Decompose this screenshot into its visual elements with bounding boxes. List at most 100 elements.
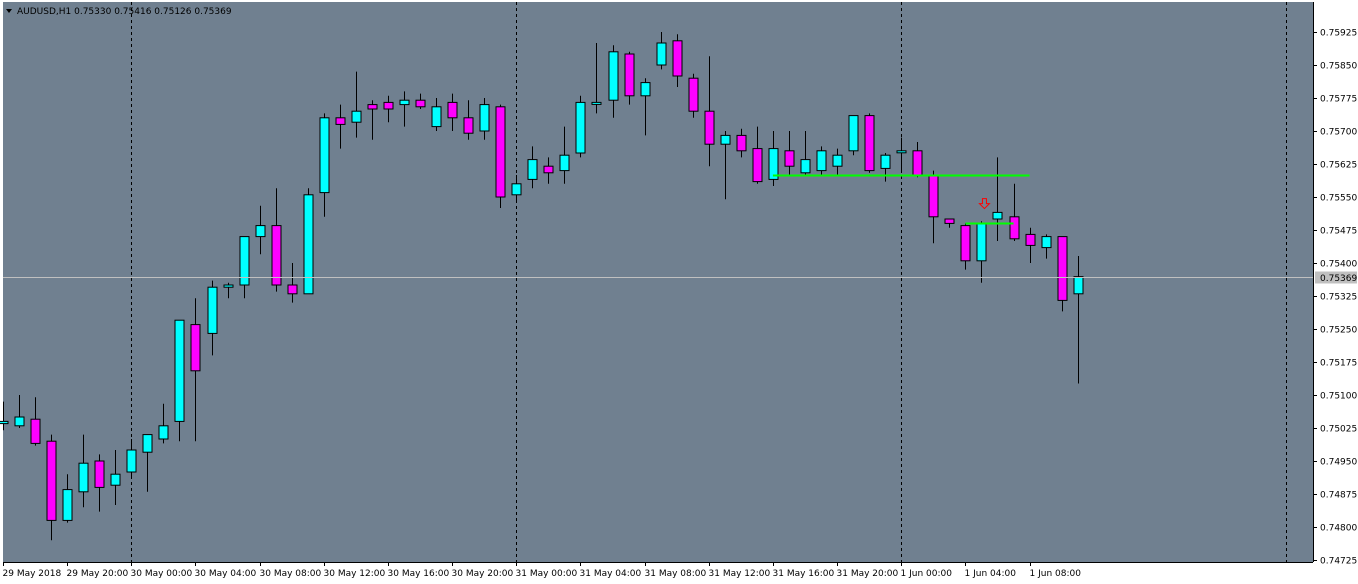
time-tick-label: 31 May 04:00 (580, 569, 642, 579)
price-tick-label: 0.75850 (1320, 62, 1357, 72)
bull-candle-body (207, 286, 218, 334)
bear-candle-body (335, 117, 346, 125)
bear-candle-body (672, 40, 683, 77)
bull-candle-body (656, 42, 667, 66)
bear-candle-body (752, 148, 763, 183)
candle[interactable] (575, 95, 586, 158)
bear-candle-body (928, 174, 939, 218)
bear-candle-body (271, 225, 282, 286)
bear-candle-body (46, 440, 57, 521)
bull-candle-body (640, 82, 651, 97)
price-tick-label: 0.75325 (1320, 293, 1357, 303)
time-tick-label: 30 May 20:00 (452, 569, 514, 579)
price-tick-label: 0.74875 (1320, 491, 1357, 501)
current-price-label: 0.75369 (1315, 271, 1357, 284)
time-tick-label: 1 Jun 08:00 (1030, 569, 1082, 579)
bull-candle-body (255, 225, 266, 238)
bull-candle-body (319, 117, 330, 194)
price-tick-label: 0.75025 (1320, 425, 1357, 435)
time-tick-label: 29 May 2018 (3, 569, 62, 579)
bear-candle-body (447, 101, 458, 119)
time-tick-label: 31 May 12:00 (709, 569, 771, 579)
price-tick-label: 0.75925 (1320, 29, 1357, 39)
bear-candle-body (463, 117, 474, 134)
price-tick-label: 0.75100 (1320, 392, 1357, 402)
bull-candle-body (110, 473, 121, 486)
bear-candle-body (624, 53, 635, 97)
candle[interactable] (1057, 236, 1068, 312)
time-tick-label: 30 May 12:00 (324, 569, 386, 579)
time-tick-label: 31 May 20:00 (837, 569, 899, 579)
bull-candle-body (174, 319, 185, 422)
bull-candle-body (126, 449, 137, 473)
bull-candle-body (14, 416, 25, 427)
bull-candle-body (608, 51, 619, 101)
bull-candle-body (591, 101, 602, 105)
price-tick-label: 0.75550 (1320, 194, 1357, 204)
bull-candle-body (992, 211, 1003, 220)
bear-candle-body (1009, 216, 1020, 240)
price-tick-label: 0.74725 (1320, 557, 1357, 567)
bull-candle-body (880, 154, 891, 169)
time-tick-label: 30 May 04:00 (195, 569, 257, 579)
bear-candle-body (367, 104, 378, 110)
bull-candle-body (431, 106, 442, 128)
bull-candle-body (0, 420, 9, 425)
bull-candle-body (1041, 236, 1052, 249)
bear-candle-body (960, 225, 971, 262)
bull-candle-body (816, 150, 827, 172)
bull-candle-body (479, 104, 490, 132)
bull-candle-body (1073, 276, 1084, 295)
bear-candle-body (287, 284, 298, 295)
bull-candle-body (832, 154, 843, 167)
time-tick-label: 30 May 08:00 (260, 569, 322, 579)
bull-candle-body (511, 183, 522, 196)
bear-candle-body (688, 77, 699, 112)
bear-candle-body (944, 218, 955, 224)
bear-candle-body (543, 165, 554, 174)
bear-candle-body (736, 134, 747, 152)
bull-candle-body (527, 159, 538, 180)
bull-candle-body (158, 425, 169, 440)
bull-candle-body (223, 284, 234, 288)
price-tick-label: 0.74950 (1320, 458, 1357, 468)
bear-candle-body (784, 150, 795, 167)
price-tick-label: 0.75625 (1320, 161, 1357, 171)
time-tick-label: 1 Jun 00:00 (901, 569, 953, 579)
candle[interactable] (495, 104, 506, 208)
bull-candle-body (78, 462, 89, 493)
price-tick-label: 0.75400 (1320, 260, 1357, 270)
bull-candle-body (848, 115, 859, 152)
time-tick-label: 30 May 00:00 (131, 569, 193, 579)
price-tick-label: 0.75250 (1320, 326, 1357, 336)
time-tick-label: 31 May 16:00 (773, 569, 835, 579)
bull-candle-body (303, 194, 314, 295)
bull-candle-body (720, 134, 731, 145)
bear-candle-body (30, 418, 41, 444)
candle[interactable] (864, 113, 875, 173)
bull-candle-body (575, 101, 586, 154)
bull-candle-body (976, 222, 987, 262)
bear-candle-body (383, 101, 394, 110)
plot-area[interactable] (3, 2, 1313, 562)
bear-candle-body (495, 106, 506, 198)
time-tick-label: 29 May 20:00 (67, 569, 129, 579)
current-price-label-text: 0.75369 (1320, 274, 1357, 284)
bull-candle-body (896, 150, 907, 154)
bull-candle-body (142, 434, 153, 453)
bull-candle-body (351, 110, 362, 123)
candle[interactable] (688, 73, 699, 118)
candle[interactable] (816, 146, 827, 175)
price-tick-label: 0.75175 (1320, 359, 1357, 369)
bear-candle-body (94, 460, 105, 488)
symbol-header: AUDUSD,H1 0.75330 0.75416 0.75126 0.7536… (6, 7, 232, 17)
time-tick-label: 31 May 00:00 (516, 569, 578, 579)
time-tick-label: 1 Jun 04:00 (965, 569, 1017, 579)
bull-candle-body (800, 159, 811, 174)
price-tick-label: 0.74800 (1320, 524, 1357, 534)
candlestick-chart[interactable]: 0.75925 0.75850 0.75775 0.75700 0.75625 0.755… (0, 0, 1358, 584)
candle[interactable] (848, 115, 859, 156)
bear-candle-body (864, 115, 875, 172)
price-tick-label: 0.75700 (1320, 128, 1357, 138)
bear-candle-body (1057, 236, 1068, 301)
